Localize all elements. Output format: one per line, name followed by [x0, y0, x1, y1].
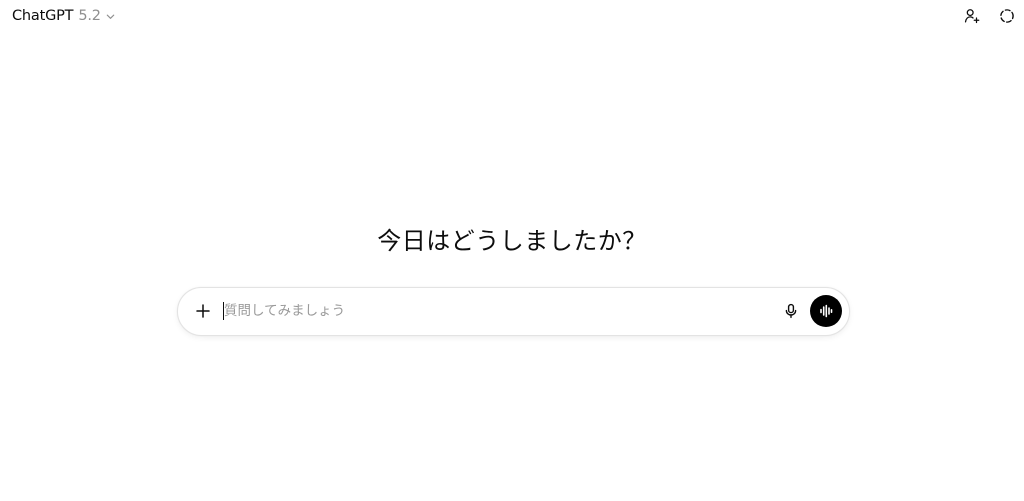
- top-header: ChatGPT 5.2: [0, 0, 1024, 32]
- model-version: 5.2: [78, 8, 101, 24]
- prompt-input[interactable]: [222, 300, 764, 322]
- model-switcher-button[interactable]: ChatGPT 5.2: [6, 4, 122, 28]
- person-add-icon: [963, 7, 981, 25]
- plus-icon: [195, 303, 211, 319]
- chat-app: ChatGPT 5.2 今日はどうしましたか？ 質問してみましょう: [0, 0, 1024, 501]
- model-name: ChatGPT: [12, 8, 74, 24]
- greeting-heading: 今日はどうしましたか？: [377, 227, 647, 255]
- dashed-circle-icon: [998, 7, 1016, 25]
- voice-mode-button[interactable]: [810, 295, 842, 327]
- voice-waveform-icon: [818, 303, 834, 319]
- temporary-chat-button[interactable]: [994, 3, 1020, 29]
- text-caret: [223, 302, 224, 320]
- microphone-icon: [783, 303, 799, 319]
- attach-button[interactable]: [190, 298, 216, 324]
- dictate-button[interactable]: [778, 298, 804, 324]
- prompt-composer: [177, 287, 850, 336]
- invite-button[interactable]: [959, 3, 985, 29]
- chevron-down-icon: [105, 11, 116, 22]
